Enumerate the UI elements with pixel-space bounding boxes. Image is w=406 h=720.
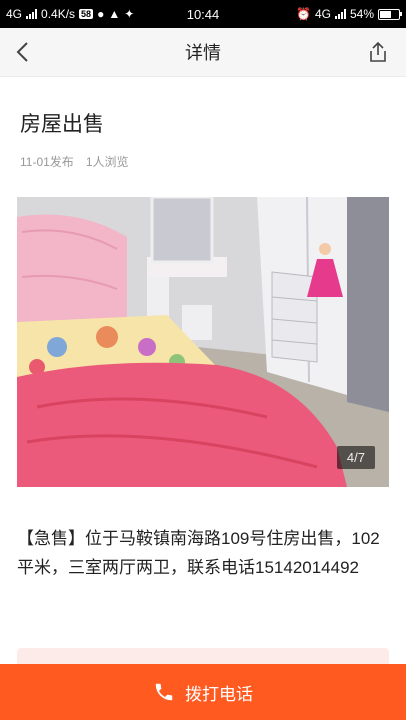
notification-icon: ▲ <box>108 7 121 21</box>
listing-title: 房屋出售 <box>20 113 104 136</box>
listing-meta: 11-01发布 1人浏览 <box>20 153 129 170</box>
network-type: 4G <box>6 7 23 21</box>
bedroom-photo <box>17 197 389 487</box>
signal-icon <box>26 9 38 19</box>
battery-percent: 54% <box>349 7 374 21</box>
status-left: 4G 0.4K/s 58 ● ▲ ✦ <box>6 7 296 21</box>
status-right: ⏰ 4G 54% <box>296 7 402 21</box>
call-label: 拨打电话 <box>185 684 253 704</box>
chat-icon: ● <box>97 7 105 21</box>
alarm-icon: ⏰ <box>296 7 311 21</box>
signal-icon-right <box>334 9 346 19</box>
share-button[interactable] <box>362 36 394 68</box>
listing-photo[interactable]: 4/7 <box>17 197 389 487</box>
back-button[interactable] <box>6 36 38 68</box>
phone-icon <box>155 683 173 701</box>
photo-counter: 4/7 <box>336 446 375 469</box>
network-speed: 0.4K/s <box>41 7 76 21</box>
misc-icon: ✦ <box>124 7 135 21</box>
chevron-left-icon <box>16 42 28 62</box>
network-type-right: 4G <box>314 7 331 21</box>
view-count: 1人浏览 <box>85 155 129 169</box>
status-bar: 4G 0.4K/s 58 ● ▲ ✦ 10:44 ⏰ 4G 54% <box>0 0 406 28</box>
app-badge: 58 <box>79 9 94 19</box>
battery-icon <box>378 8 402 20</box>
call-button[interactable]: 拨打电话 <box>0 664 406 720</box>
listing-description: 【急售】位于马鞍镇南海路109号住房出售，102平米，三室两厅两卫，联系电话15… <box>17 529 380 577</box>
page-title: 详情 <box>185 43 221 63</box>
nav-bar: 详情 <box>0 28 406 77</box>
publish-date: 11-01发布 <box>20 155 74 169</box>
share-icon <box>370 41 386 62</box>
